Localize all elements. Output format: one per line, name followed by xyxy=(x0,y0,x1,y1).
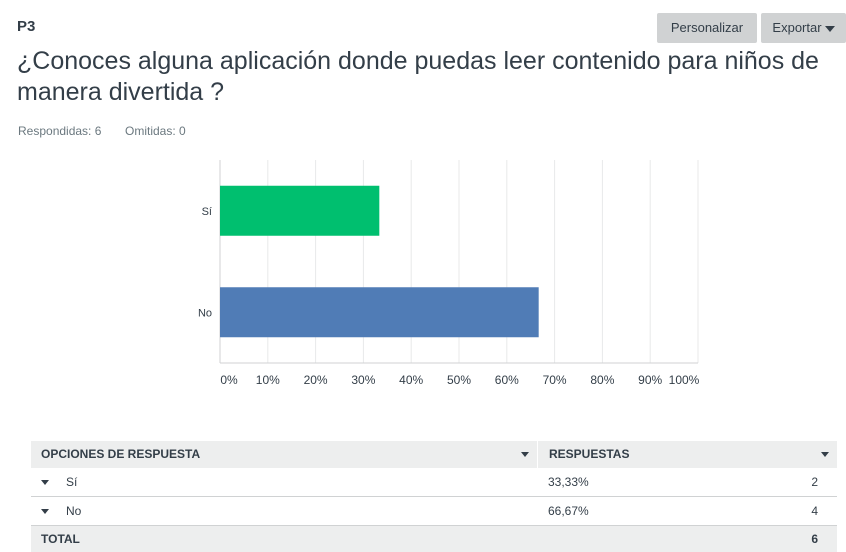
table-row: Sí 33,33% 2 xyxy=(31,468,837,497)
export-button-label: Exportar xyxy=(772,20,822,35)
customize-button-label: Personalizar xyxy=(670,20,744,35)
x-tick-label: 30% xyxy=(351,373,375,387)
total-label: TOTAL xyxy=(41,532,80,546)
export-button[interactable]: Exportar xyxy=(761,13,846,43)
x-tick-label: 100% xyxy=(669,373,700,387)
x-tick-label: 50% xyxy=(447,373,471,387)
category-label: Sí xyxy=(202,206,212,218)
x-tick-label: 40% xyxy=(399,373,423,387)
x-tick-label: 0% xyxy=(220,373,238,387)
answer-percent: 66,67% xyxy=(548,504,589,518)
column-divider xyxy=(537,441,538,468)
answer-label: No xyxy=(66,504,82,518)
sort-caret-icon[interactable] xyxy=(521,452,529,457)
x-tick-label: 70% xyxy=(543,373,567,387)
x-tick-label: 60% xyxy=(495,373,519,387)
expand-caret-icon[interactable] xyxy=(41,509,49,514)
table-header: OPCIONES DE RESPUESTA RESPUESTAS xyxy=(31,441,837,468)
expand-caret-icon[interactable] xyxy=(41,480,49,485)
question-number: P3 xyxy=(17,18,36,35)
header-responses[interactable]: RESPUESTAS xyxy=(549,441,629,468)
skipped-count: Omitidas: 0 xyxy=(125,124,186,138)
bar-chart: Sí No 0% 10% 20% 30% 40% 50% 60% 70% 80% 90% 100% xyxy=(198,160,700,387)
bar xyxy=(220,185,380,236)
sort-caret-icon[interactable] xyxy=(821,452,829,457)
answer-count: 4 xyxy=(811,504,818,518)
results-table: OPCIONES DE RESPUESTA RESPUESTAS Sí 33,3… xyxy=(31,441,837,552)
total-row: TOTAL 6 xyxy=(31,526,837,552)
x-tick-label: 90% xyxy=(638,373,662,387)
customize-button[interactable]: Personalizar xyxy=(657,13,757,43)
answer-percent: 33,33% xyxy=(548,475,589,489)
x-tick-label: 10% xyxy=(256,373,280,387)
bar xyxy=(220,287,539,338)
header-answer-options[interactable]: OPCIONES DE RESPUESTA xyxy=(41,441,200,468)
table-row: No 66,67% 4 xyxy=(31,497,837,526)
x-tick-label: 80% xyxy=(590,373,614,387)
category-label: No xyxy=(198,307,212,319)
answered-count: Respondidas: 6 xyxy=(18,124,102,138)
chevron-down-icon xyxy=(824,25,835,32)
answer-count: 2 xyxy=(811,475,818,489)
total-count: 6 xyxy=(811,532,818,546)
x-tick-label: 20% xyxy=(304,373,328,387)
question-title: ¿Conoces alguna aplicación donde puedas … xyxy=(17,47,819,106)
answer-label: Sí xyxy=(66,475,78,489)
